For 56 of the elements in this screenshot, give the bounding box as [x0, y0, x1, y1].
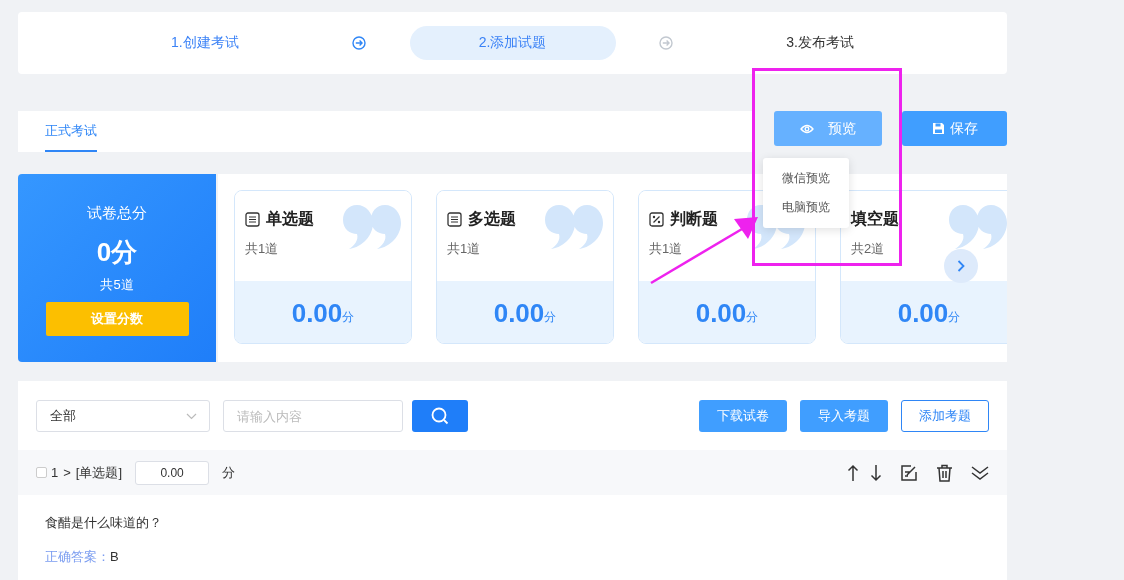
- trash-icon[interactable]: [936, 463, 953, 482]
- arrow-down-icon[interactable]: [870, 463, 882, 482]
- card-score: 0.00: [695, 297, 747, 329]
- checkbox[interactable]: [36, 467, 47, 478]
- card-title: 判断题: [670, 209, 718, 229]
- total-score: 0分: [96, 236, 138, 269]
- search-field[interactable]: 请输入内容: [223, 400, 403, 432]
- card-count: 共2道: [851, 240, 885, 258]
- separator: >: [63, 465, 71, 480]
- card-title: 单选题: [266, 209, 314, 229]
- quote-mark-icon: [343, 205, 401, 249]
- step-label[interactable]: 3.发布考试: [717, 26, 924, 60]
- score-unit: 分: [342, 309, 355, 326]
- card-count: 共1道: [649, 240, 683, 258]
- score-unit: 分: [222, 463, 236, 482]
- card-title: 填空题: [851, 209, 899, 229]
- score-unit: 分: [544, 309, 557, 326]
- question-type: [单选题]: [75, 463, 123, 482]
- question-text: 食醋是什么味道的？: [45, 514, 163, 532]
- percent-icon: [649, 212, 664, 227]
- type-select[interactable]: 全部: [36, 400, 210, 432]
- double-chevron-down-icon[interactable]: [971, 464, 989, 481]
- eye-icon: [800, 123, 814, 134]
- card-title: 多选题: [468, 209, 516, 229]
- edit-icon[interactable]: [900, 463, 918, 482]
- answer-value: B: [110, 549, 119, 564]
- card-count: 共1道: [447, 240, 481, 258]
- question-count: 共5道: [100, 276, 134, 294]
- quote-mark-icon: [545, 205, 603, 249]
- menu-item[interactable]: 微信预览: [782, 170, 830, 187]
- answer-label: 正确答案：: [45, 549, 110, 564]
- list-icon: [447, 212, 462, 227]
- total-score-title: 试卷总分: [87, 204, 147, 223]
- card-count: 共1道: [245, 240, 279, 258]
- card-score: 0.00: [897, 297, 949, 329]
- score-field[interactable]: 0.00: [135, 460, 210, 485]
- tab[interactable]: 正式考试: [45, 122, 97, 152]
- toolbar-button[interactable]: 添加考题: [901, 400, 989, 432]
- step-label[interactable]: 1.创建考试: [101, 26, 308, 60]
- list-icon: [245, 212, 260, 227]
- search-icon: [431, 407, 449, 425]
- arrow-up-icon[interactable]: [847, 463, 859, 482]
- question-type-card[interactable]: 多选题 共1道 0.00分: [436, 190, 614, 344]
- question-number: 1: [51, 465, 59, 480]
- chevron-right-icon: [957, 260, 965, 272]
- search-button[interactable]: [412, 400, 468, 432]
- question-type-card[interactable]: 单选题 共1道 0.00分: [234, 190, 412, 344]
- chevron-down-icon: [186, 412, 197, 420]
- card-score: 0.00: [493, 297, 545, 329]
- arrow-right-circle-icon: [351, 36, 366, 50]
- score-unit: 分: [746, 309, 759, 326]
- arrow-right-circle-icon: [659, 36, 674, 50]
- card-score: 0.00: [291, 297, 343, 329]
- question-type-card[interactable]: 填空题 共2道 0.00分: [840, 190, 1007, 344]
- quote-mark-icon: [949, 205, 1007, 249]
- score-unit: 分: [948, 309, 961, 326]
